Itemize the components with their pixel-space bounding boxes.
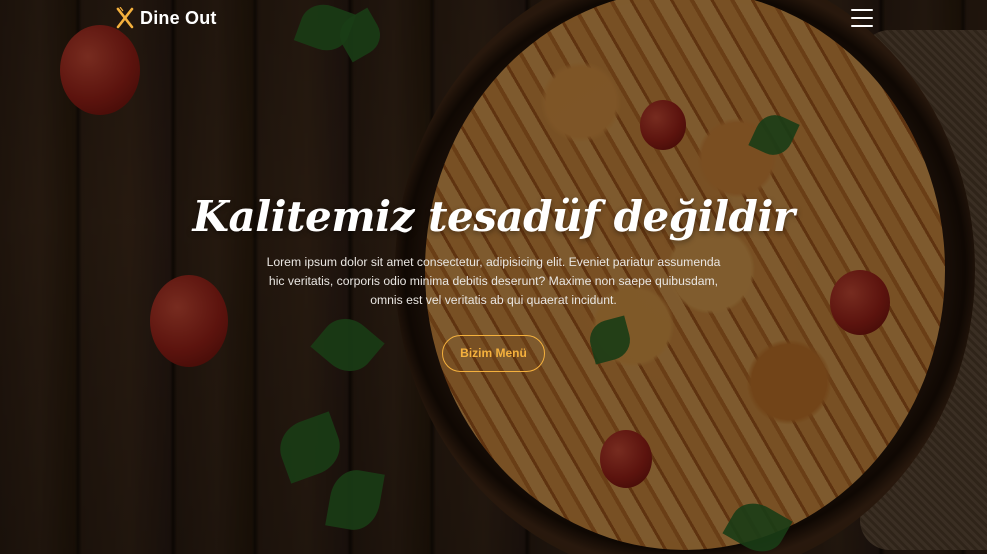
menu-line: [851, 17, 873, 19]
hamburger-menu-icon[interactable]: [851, 9, 873, 27]
hero-description: Lorem ipsum dolor sit amet consectetur, …: [266, 255, 721, 307]
menu-line: [851, 9, 873, 11]
parsley-leaf: [272, 411, 348, 484]
menu-cta-button[interactable]: Bizim Menü: [442, 335, 545, 372]
brand-logo[interactable]: Dine Out: [115, 7, 217, 29]
tomato-image: [640, 100, 686, 150]
hero-content: Kalitemiz tesadüf değildir Lorem ipsum d…: [0, 185, 987, 372]
parsley-leaf: [722, 494, 793, 554]
menu-line: [851, 25, 873, 27]
parsley-leaf: [748, 108, 800, 162]
parsley-leaf: [325, 466, 385, 534]
brand-name: Dine Out: [140, 7, 217, 28]
tomato-image: [60, 25, 140, 115]
fork-knife-icon: [116, 7, 134, 29]
hero-headline: Kalitemiz tesadüf değildir: [192, 192, 795, 241]
tomato-image: [600, 430, 652, 488]
navbar: Dine Out: [0, 0, 987, 36]
